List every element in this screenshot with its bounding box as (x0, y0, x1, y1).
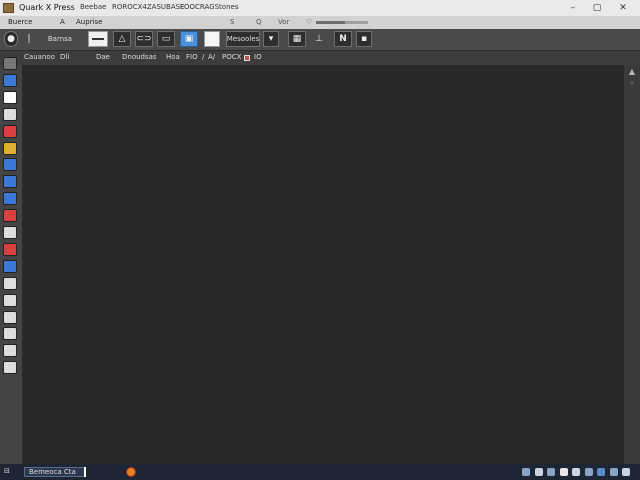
scroll-up-icon[interactable]: ▲ (626, 67, 638, 77)
menu-progress-bar (316, 21, 368, 24)
menu-item-4[interactable]: S (230, 18, 234, 26)
rectangle-icon[interactable] (3, 175, 17, 189)
chevron-down-icon: ▾ (268, 34, 274, 44)
window-title: Quark X Press (19, 3, 75, 12)
grid-icon[interactable] (609, 468, 618, 476)
tools-panel (0, 57, 23, 464)
frame-icon: ▭ (161, 34, 171, 44)
grid-icon: ▦ (292, 34, 302, 44)
fill-icon[interactable] (3, 242, 17, 256)
hand-icon[interactable] (3, 57, 17, 70)
pointer-button[interactable]: ● (4, 31, 18, 47)
ctrl-item-1[interactable]: Cauanoo (24, 53, 55, 61)
title-menu-3[interactable]: FOOCRAGStones (180, 3, 238, 11)
oval-icon[interactable] (3, 276, 17, 290)
text-cursor-button[interactable]: | (24, 31, 34, 47)
menu-bar: Buerce A Auprise S Q Vor ♡ (0, 16, 640, 30)
ctrl-item-9[interactable]: POCX (222, 53, 241, 61)
fire-icon[interactable] (126, 467, 136, 477)
page-tool-button[interactable] (204, 31, 220, 47)
ctrl-item-2[interactable]: Dli (60, 53, 69, 61)
pen-icon[interactable] (3, 226, 17, 239)
item-icon: ▪ (360, 34, 368, 44)
vertical-scrollbar[interactable]: ▲ ◦ (624, 65, 640, 464)
document-canvas[interactable] (23, 66, 624, 464)
image-tool-button[interactable]: ▣ (180, 31, 198, 47)
title-menu-1[interactable]: Beebae (80, 3, 106, 11)
zoom-icon[interactable] (547, 468, 555, 476)
scroll-page-icon[interactable]: ◦ (626, 79, 638, 89)
color-icon[interactable] (3, 158, 17, 172)
mesooles-dropdown[interactable]: Mesooles (226, 31, 260, 47)
play-icon[interactable] (3, 90, 17, 104)
text-box-icon (92, 38, 104, 40)
close-button[interactable]: ✕ (614, 1, 632, 15)
frame-tool-button[interactable]: ▭ (157, 31, 175, 47)
ctrl-value[interactable]: IO (254, 53, 262, 61)
expand-icon[interactable] (622, 468, 630, 476)
ctrl-item-6[interactable]: FIO (186, 53, 198, 61)
ctrl-item-3[interactable]: Dae (96, 53, 110, 61)
menu-item-5[interactable]: Q (256, 18, 262, 26)
ctrl-item-8[interactable]: A/ (208, 53, 215, 61)
status-field-text: Bemeoca Cta (29, 468, 76, 476)
align-icon: ⊥ (315, 34, 323, 44)
page-toggle-icon[interactable]: ⊟ (4, 467, 10, 477)
dropdown-arrow-button[interactable]: ▾ (263, 31, 279, 47)
menu-item-2[interactable]: A (60, 18, 65, 26)
measurements-bar: Cauanoo Dli Dae Dnoudsas Hoa FIO / A/ PO… (0, 51, 640, 66)
text-caret (84, 467, 86, 477)
table-icon[interactable] (3, 327, 17, 341)
picture-icon[interactable] (3, 192, 17, 206)
text-n-icon: N (339, 34, 347, 44)
view-icon[interactable] (534, 468, 543, 476)
status-field[interactable]: Bemeoca Cta (24, 467, 86, 477)
menu-item-3[interactable]: Auprise (76, 18, 102, 26)
ctrl-item-5[interactable]: Hoa (166, 53, 180, 61)
item-button[interactable]: ▪ (356, 31, 372, 47)
text-n-button[interactable]: N (334, 31, 352, 47)
box-icon[interactable] (3, 344, 17, 358)
app-icon (3, 3, 14, 13)
link-icon: ⊂⊃ (136, 34, 152, 44)
menu-progress-fill (316, 21, 345, 24)
menu-item-1[interactable]: Buerce (8, 18, 32, 26)
pen-icon: △ (118, 34, 126, 44)
star-icon[interactable] (3, 209, 17, 223)
pen-tool-button[interactable]: △ (113, 31, 131, 47)
menu-item-7[interactable]: ♡ (306, 18, 312, 26)
pointer-icon: ● (7, 34, 15, 44)
color-swatch[interactable] (244, 55, 250, 61)
print-icon[interactable] (559, 468, 568, 476)
image-icon: ▣ (184, 34, 194, 44)
link-tool-button[interactable]: ⊂⊃ (135, 31, 153, 47)
image-icon[interactable] (3, 141, 17, 155)
align-button[interactable]: ⊥ (311, 31, 327, 47)
title-menu-2[interactable]: ROROCX4ZASUBASE (112, 3, 185, 11)
grid-button[interactable]: ▦ (288, 31, 306, 47)
chart-icon[interactable] (597, 468, 605, 476)
frame-icon[interactable] (3, 73, 17, 87)
menu-item-6[interactable]: Vor (278, 18, 289, 26)
toolbar-label: Barnsa (47, 35, 73, 43)
check-icon[interactable] (584, 468, 593, 476)
maximize-button[interactable]: ▢ (588, 1, 606, 15)
ctrl-item-7[interactable]: / (202, 53, 204, 61)
shape-icon[interactable] (3, 124, 17, 138)
target-icon[interactable] (3, 293, 17, 307)
link-icon[interactable] (3, 259, 17, 273)
minimize-button[interactable]: – (564, 1, 582, 15)
note-icon[interactable] (572, 468, 580, 476)
content-icon[interactable] (3, 107, 17, 121)
title-bar: Quark X Press Beebae ROROCX4ZASUBASE FOO… (0, 0, 640, 17)
bezier-icon[interactable] (3, 310, 17, 324)
status-bar: ⊟ Bemeoca Cta (0, 464, 640, 480)
text-box-button[interactable] (88, 31, 108, 47)
paper-icon[interactable] (3, 361, 17, 375)
settings-icon[interactable] (522, 468, 530, 476)
text-cursor-icon: | (27, 34, 31, 44)
main-toolbar: ● | Barnsa △ ⊂⊃ ▭ ▣ Mesooles ▾ ▦ ⊥ N ▪ (0, 29, 640, 51)
ctrl-item-4[interactable]: Dnoudsas (122, 53, 157, 61)
